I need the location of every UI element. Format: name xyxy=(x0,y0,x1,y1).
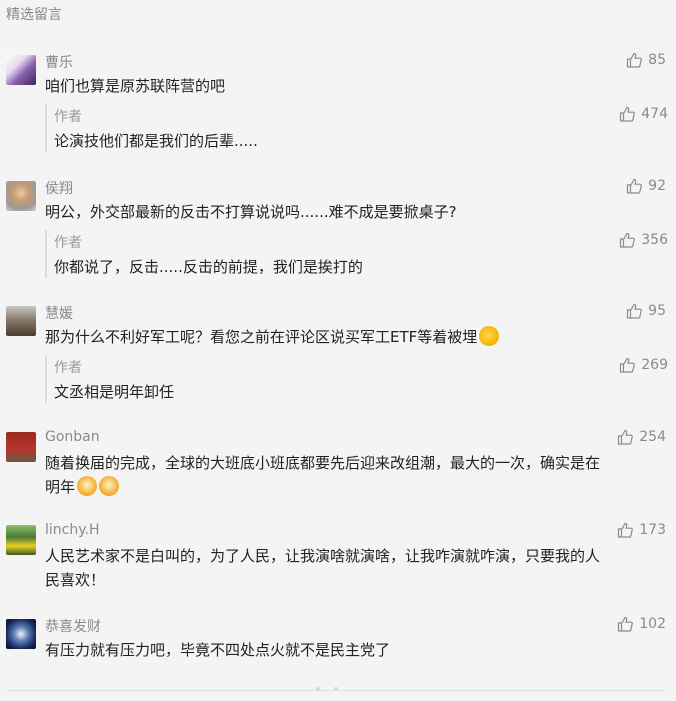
like-count: 102 xyxy=(639,616,666,632)
reply-author: 作者 xyxy=(54,235,82,251)
thumbs-up-icon xyxy=(618,522,634,538)
like-count: 269 xyxy=(641,357,668,373)
avatar[interactable] xyxy=(6,181,36,211)
reply-text: 论演技他们都是我们的后辈..... xyxy=(54,132,258,150)
like-count: 85 xyxy=(648,52,666,68)
like-count: 95 xyxy=(648,303,666,319)
comment-text: 明公，外交部最新的反击不打算说说吗......难不成是要掀桌子? xyxy=(45,203,457,221)
comment-text-line: 明年 xyxy=(45,475,665,499)
commenter-name[interactable]: Gonban xyxy=(45,429,100,445)
like-button[interactable]: 356 xyxy=(619,232,668,248)
like-button[interactable]: 173 xyxy=(617,522,666,538)
comment-text: 人民艺术家不是白叫的，为了人民，让我演啥就演啥，让我咋演就咋演，只要我的人 民喜… xyxy=(45,544,665,592)
thumbs-up-icon xyxy=(618,429,634,445)
thumbs-up-icon xyxy=(618,616,634,632)
comment-item: Gonban 随着换届的完成，全球的大班底小班底都要先后迎来改组潮，最大的一次，… xyxy=(0,429,676,499)
commenter-name[interactable]: 恭喜发财 xyxy=(45,616,101,636)
thumbs-up-icon xyxy=(620,106,636,122)
footer-divider-dot xyxy=(334,687,338,691)
reply-text: 文丞相是明年卸任 xyxy=(54,383,175,401)
thumbs-up-icon xyxy=(620,232,636,248)
comment-text-line: 随着换届的完成，全球的大班底小班底都要先后迎来改组潮，最大的一次，确实是在 xyxy=(45,454,601,472)
avatar[interactable] xyxy=(6,306,36,336)
author-reply: 作者 文丞相是明年卸任 269 xyxy=(45,355,672,403)
commenter-name[interactable]: 曹乐 xyxy=(45,52,73,72)
like-button[interactable]: 474 xyxy=(619,106,668,122)
like-button[interactable]: 102 xyxy=(617,616,666,632)
section-title: 精选留言 xyxy=(6,7,62,23)
comment-text-line: 人民艺术家不是白叫的，为了人民，让我演啥就演啥，让我咋演就咋演，只要我的人 xyxy=(45,547,601,565)
comment-text: 那为什么不利好军工呢？看您之前在评论区说买军工ETF等着被埋 xyxy=(45,325,665,349)
cat-emoji-icon xyxy=(99,476,120,496)
like-button[interactable]: 254 xyxy=(617,429,666,445)
like-button[interactable]: 269 xyxy=(619,357,668,373)
cat-emoji-icon xyxy=(77,476,98,496)
commenter-name[interactable]: linchy.H xyxy=(45,522,100,538)
like-count: 356 xyxy=(641,232,668,248)
author-reply: 作者 论演技他们都是我们的后辈..... 474 xyxy=(45,104,672,152)
reply-author: 作者 xyxy=(54,109,82,125)
footer-divider-dot xyxy=(316,687,320,691)
like-count: 254 xyxy=(639,429,666,445)
comment-item: 侯翔 明公，外交部最新的反击不打算说说吗......难不成是要掀桌子? 92 作… xyxy=(0,178,676,288)
reply-text: 你都说了，反击.....反击的前提，我们是挨打的 xyxy=(54,258,363,276)
comment-item: 恭喜发财 有压力就有压力吧，毕竟不四处点火就不是民主党了 102 xyxy=(0,616,676,666)
avatar[interactable] xyxy=(6,619,36,649)
commenter-name[interactable]: 侯翔 xyxy=(45,178,73,198)
comment-text: 有压力就有压力吧，毕竟不四处点火就不是民主党了 xyxy=(45,641,391,659)
like-button[interactable]: 85 xyxy=(626,52,666,68)
comment-item: linchy.H 人民艺术家不是白叫的，为了人民，让我演啥就演啥，让我咋演就咋演… xyxy=(0,522,676,592)
like-button[interactable]: 92 xyxy=(626,178,666,194)
comment-text: 咱们也算是原苏联阵营的吧 xyxy=(45,77,226,95)
comment-text-tail: 明年 xyxy=(45,478,76,496)
thumbs-up-icon xyxy=(620,357,636,373)
like-count: 474 xyxy=(641,106,668,122)
reply-author: 作者 xyxy=(54,360,82,376)
like-count: 173 xyxy=(639,522,666,538)
avatar[interactable] xyxy=(6,432,36,462)
thumbs-up-icon xyxy=(627,178,643,194)
comment-item: 曹乐 咱们也算是原苏联阵营的吧 85 作者 论演技他们都是我们的后辈..... … xyxy=(0,52,676,162)
thumbs-up-icon xyxy=(627,303,643,319)
thumbs-up-icon xyxy=(627,52,643,68)
like-count: 92 xyxy=(648,178,666,194)
author-reply: 作者 你都说了，反击.....反击的前提，我们是挨打的 356 xyxy=(45,230,672,278)
comment-text: 随着换届的完成，全球的大班底小班底都要先后迎来改组潮，最大的一次，确实是在 明年 xyxy=(45,451,665,499)
like-button[interactable]: 95 xyxy=(626,303,666,319)
commenter-name[interactable]: 慧媛 xyxy=(45,303,73,323)
laughing-tears-emoji-icon xyxy=(479,326,500,346)
comment-item: 慧媛 那为什么不利好军工呢？看您之前在评论区说买军工ETF等着被埋 95 作者 … xyxy=(0,303,676,413)
avatar[interactable] xyxy=(6,55,36,85)
comment-text-line: 民喜欢！ xyxy=(45,571,106,589)
avatar[interactable] xyxy=(6,525,36,555)
comment-text-body: 那为什么不利好军工呢？看您之前在评论区说买军工ETF等着被埋 xyxy=(45,328,478,346)
